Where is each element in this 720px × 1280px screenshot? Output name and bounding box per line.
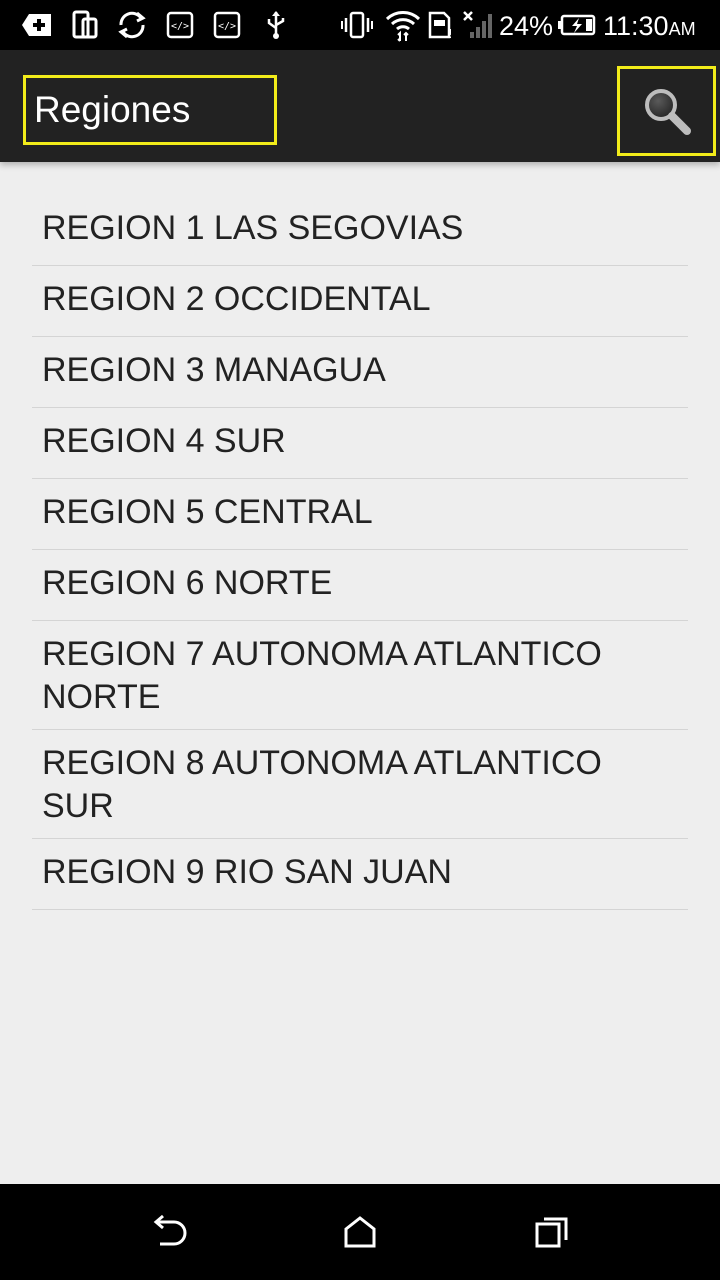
navigation-bar [0,1184,720,1280]
back-icon [153,1214,187,1246]
list-item[interactable]: REGION 5 CENTRAL [32,479,688,550]
list-item-label: REGION 2 OCCIDENTAL [42,280,431,318]
code-icon: </> [165,8,195,42]
recent-apps-icon [535,1217,568,1248]
list-item[interactable]: REGION 4 SUR [32,408,688,479]
home-icon [344,1216,376,1248]
vibrate-icon [340,8,374,42]
list-item-label: REGION 6 NORTE [42,564,333,602]
recent-apps-button[interactable] [528,1212,576,1252]
list-item-label: REGION 9 RIO SAN JUAN [42,853,452,891]
battery-percent: 24% [499,11,554,41]
page-title: Regiones [34,89,191,130]
wifi-icon [384,8,422,42]
list-item[interactable]: REGION 6 NORTE [32,550,688,621]
svg-text:</>: </> [218,21,236,32]
code-icon: </> [212,8,242,42]
list-item[interactable]: REGION 3 MANAGUA [32,337,688,408]
battery-charging-icon [557,8,597,42]
list-item-label: REGION 7 AUTONOMA ATLANTICO NORTE [42,635,602,716]
clock-time: 11:30 [603,11,669,41]
search-button[interactable] [617,66,716,156]
status-bar: </> </> ! 24% 11:30AM [0,0,720,50]
back-button[interactable] [144,1212,192,1252]
list-item[interactable]: REGION 7 AUTONOMA ATLANTICO NORTE [32,621,688,730]
list-item-label: REGION 5 CENTRAL [42,493,373,531]
list-item-label: REGION 4 SUR [42,422,286,460]
list-item-label: REGION 3 MANAGUA [42,351,386,389]
usb-icon [262,8,290,42]
list-item[interactable]: REGION 1 LAS SEGOVIAS [32,195,688,266]
list-item-label: REGION 1 LAS SEGOVIAS [42,209,464,247]
sim-icon: ! [426,8,454,42]
action-bar: Regiones [0,50,720,162]
clock-ampm: AM [668,19,696,39]
list-item[interactable]: REGION 8 AUTONOMA ATLANTICO SUR [32,730,688,839]
search-icon [644,89,691,135]
list-item[interactable]: REGION 9 RIO SAN JUAN [32,839,688,910]
svg-text:</>: </> [171,21,189,32]
sync-icon [114,8,150,42]
clock: 11:30AM [603,0,696,50]
no-signal-icon [462,8,494,42]
title-highlight: Regiones [23,75,277,145]
svg-text:!: ! [448,27,453,40]
device-rotate-icon [68,8,102,42]
home-button[interactable] [336,1212,384,1252]
region-list: REGION 1 LAS SEGOVIAS REGION 2 OCCIDENTAL… [32,195,688,910]
list-item-label: REGION 8 AUTONOMA ATLANTICO SUR [42,744,602,825]
add-icon [20,8,54,42]
list-item[interactable]: REGION 2 OCCIDENTAL [32,266,688,337]
